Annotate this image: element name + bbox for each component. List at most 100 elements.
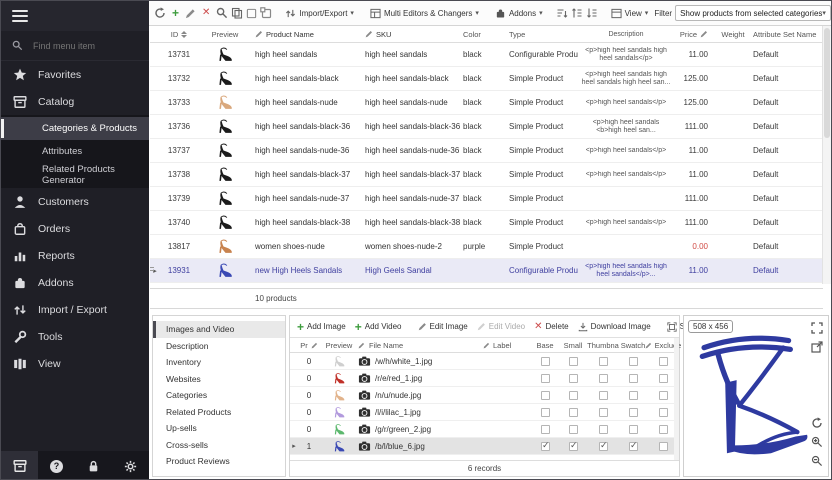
small-checkbox[interactable] <box>569 442 578 451</box>
small-checkbox[interactable] <box>569 374 578 383</box>
column-header-label[interactable]: Label <box>483 341 531 350</box>
search-input[interactable] <box>31 40 131 52</box>
copy-icon[interactable] <box>231 7 243 19</box>
edit-icon[interactable] <box>185 8 196 19</box>
panel-splitter-handle[interactable] <box>150 256 155 282</box>
lock-icon[interactable] <box>87 460 100 473</box>
detail-tab[interactable]: Inventory <box>153 354 285 371</box>
images-grid-scrollbar[interactable] <box>674 338 679 460</box>
add-image-button[interactable]: +Add Image <box>294 319 349 335</box>
expand-rows-icon[interactable] <box>571 7 583 19</box>
exclude-checkbox[interactable] <box>659 442 668 451</box>
thumbnail-checkbox[interactable] <box>599 391 608 400</box>
column-header-product-name[interactable]: Product Name <box>252 30 362 39</box>
sidebar-item-orders[interactable]: Orders <box>1 215 149 242</box>
sidebar-item-view[interactable]: View <box>1 350 149 377</box>
detail-tab[interactable]: Images and Video <box>153 321 285 338</box>
sidebar-item-tools[interactable]: Tools <box>1 323 149 350</box>
swatch-checkbox[interactable] <box>629 357 638 366</box>
column-header-id[interactable]: ID <box>160 30 198 39</box>
sidebar-item-import-export[interactable]: Import / Export <box>1 296 149 323</box>
table-row[interactable]: 13740 high heel sandals-black-38 high he… <box>150 211 822 235</box>
thumbnail-checkbox[interactable] <box>599 374 608 383</box>
sidebar-item-addons[interactable]: Addons <box>1 269 149 296</box>
rotate-icon[interactable] <box>811 416 823 434</box>
sidebar-search[interactable] <box>1 31 149 61</box>
thumbnail-checkbox[interactable] <box>599 442 608 451</box>
exclude-checkbox[interactable] <box>659 374 668 383</box>
column-header-base[interactable]: Base <box>531 341 559 350</box>
detail-tab[interactable]: Up-sells <box>153 420 285 437</box>
addons-dropdown[interactable]: Addons▾ <box>492 6 546 21</box>
duplicate-icon[interactable] <box>260 7 272 19</box>
detail-tab[interactable]: Cross-sells <box>153 437 285 454</box>
table-row[interactable]: 13733 high heel sandals-nude high heel s… <box>150 91 822 115</box>
sidebar-item-related-products-generator[interactable]: Related Products Generator <box>1 163 149 186</box>
column-header-type[interactable]: Type <box>506 30 578 39</box>
image-row[interactable]: 0 /g/r/green_2.jpg <box>290 421 679 438</box>
view-dropdown[interactable]: View▾ <box>608 6 652 21</box>
column-header-thumbnail[interactable]: Thumbna <box>587 341 619 350</box>
exclude-checkbox[interactable] <box>659 425 668 434</box>
add-video-button[interactable]: +Add Video <box>352 319 405 335</box>
download-image-button[interactable]: Download Image <box>575 320 654 334</box>
thumbnail-checkbox[interactable] <box>599 357 608 366</box>
column-header-sku[interactable]: SKU <box>362 30 460 39</box>
table-row[interactable]: 13736 high heel sandals-black-36 high he… <box>150 115 822 139</box>
column-header-position[interactable]: Pr <box>298 341 320 350</box>
sidebar-item-customers[interactable]: Customers <box>1 188 149 215</box>
thumbnail-checkbox[interactable] <box>599 425 608 434</box>
sort-icon[interactable] <box>556 7 568 19</box>
help-icon[interactable]: ? <box>50 460 63 473</box>
thumbnail-checkbox[interactable] <box>599 408 608 417</box>
multi-editors-dropdown[interactable]: Multi Editors & Changers▾ <box>367 6 482 21</box>
sidebar-item-catalog[interactable]: Catalog <box>1 88 149 115</box>
open-external-icon[interactable] <box>811 340 823 358</box>
row-expander[interactable]: ▸ <box>290 442 298 450</box>
column-header-swatch[interactable]: Swatch <box>619 341 647 350</box>
column-header-attribute-set[interactable]: Attribute Set Name <box>750 30 822 39</box>
base-checkbox[interactable] <box>541 442 550 451</box>
detail-tab[interactable]: Websites <box>153 371 285 388</box>
image-row[interactable]: 0 /w/h/white_1.jpg <box>290 353 679 370</box>
column-header-preview[interactable]: Preview <box>198 30 252 39</box>
base-checkbox[interactable] <box>541 374 550 383</box>
column-header-preview[interactable]: Preview <box>320 341 358 350</box>
sidebar-item-favorites[interactable]: Favorites <box>1 61 149 88</box>
base-checkbox[interactable] <box>541 408 550 417</box>
swatch-checkbox[interactable] <box>629 425 638 434</box>
zoom-in-icon[interactable] <box>811 435 823 453</box>
swatch-checkbox[interactable] <box>629 408 638 417</box>
table-row[interactable]: 13732 high heel sandals-black high heel … <box>150 67 822 91</box>
sidebar-item-attributes[interactable]: Attributes <box>1 140 149 163</box>
small-checkbox[interactable] <box>569 357 578 366</box>
exclude-checkbox[interactable] <box>659 408 668 417</box>
table-row[interactable]: 13817 women shoes-nude women shoes-nude-… <box>150 235 822 259</box>
hamburger-menu-icon[interactable] <box>12 7 28 25</box>
delete-image-button[interactable]: ✕Delete <box>531 320 572 334</box>
column-header-color[interactable]: Color <box>460 30 506 39</box>
column-header-price[interactable]: Price <box>674 30 716 39</box>
column-header-description[interactable]: Description <box>578 26 674 43</box>
table-row[interactable]: ▸ 13931 new High Heels Sandals High Geel… <box>150 259 822 283</box>
add-product-button[interactable]: + <box>169 5 182 21</box>
detail-tab[interactable]: Related Products <box>153 404 285 421</box>
column-header-weight[interactable]: Weight <box>716 30 750 39</box>
table-row[interactable]: 13739 high heel sandals-nude-37 high hee… <box>150 187 822 211</box>
gear-icon[interactable] <box>124 460 137 473</box>
sidebar-item-reports[interactable]: Reports <box>1 242 149 269</box>
sidebar-item-categories-products[interactable]: Categories & Products <box>1 117 149 140</box>
swatch-checkbox[interactable] <box>629 391 638 400</box>
refresh-icon[interactable] <box>154 7 166 19</box>
base-checkbox[interactable] <box>541 357 550 366</box>
column-header-small[interactable]: Small <box>559 341 587 350</box>
table-row[interactable]: 13738 high heel sandals-black-37 high he… <box>150 163 822 187</box>
grid-scrollbar[interactable] <box>823 26 831 284</box>
fullscreen-icon[interactable] <box>811 321 823 339</box>
swatch-checkbox[interactable] <box>629 374 638 383</box>
small-checkbox[interactable] <box>569 425 578 434</box>
search-icon[interactable] <box>216 7 228 19</box>
edit-image-button[interactable]: Edit Image <box>415 320 471 333</box>
table-row[interactable]: 13737 high heel sandals-nude-36 high hee… <box>150 139 822 163</box>
exclude-checkbox[interactable] <box>659 357 668 366</box>
